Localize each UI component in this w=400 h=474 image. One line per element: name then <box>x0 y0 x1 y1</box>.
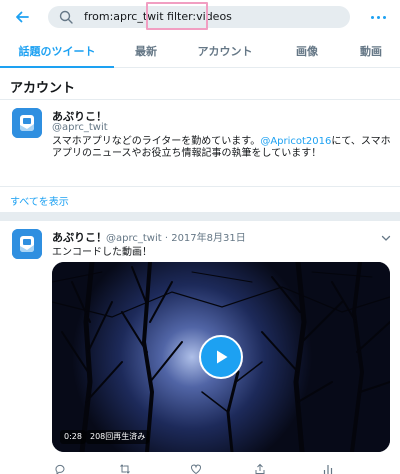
search-tabs: 話題のツイート 最新 アカウント 画像 動画 <box>0 34 400 68</box>
share-icon[interactable] <box>254 460 266 474</box>
tab-images[interactable]: 画像 <box>272 34 342 67</box>
video-duration: 0:28 <box>60 430 86 444</box>
search-icon <box>58 9 74 25</box>
tab-accounts[interactable]: アカウント <box>178 34 272 67</box>
tab-latest[interactable]: 最新 <box>114 34 178 67</box>
bio-text: スマホアプリなどのライターを勤めています。 <box>52 136 261 147</box>
tab-videos[interactable]: 動画 <box>342 34 400 67</box>
section-separator <box>0 212 400 221</box>
tweet-text: エンコードした動画！ <box>52 247 152 258</box>
video-views: 208回再生済み <box>86 430 150 444</box>
like-icon[interactable] <box>190 460 202 474</box>
divider <box>0 186 400 187</box>
more-icon[interactable] <box>368 10 388 24</box>
analytics-icon[interactable] <box>322 460 334 474</box>
divider <box>0 99 400 100</box>
video-player[interactable]: 0:28 208回再生済み <box>52 262 390 452</box>
search-header: from:aprc_twit filter:videos <box>0 0 400 34</box>
avatar[interactable] <box>12 229 42 259</box>
tweet-meta[interactable]: @aprc_twit · 2017年8月31日 <box>106 229 246 244</box>
account-handle[interactable]: @aprc_twit <box>52 122 108 133</box>
bio-mention-link[interactable]: @Apricot2016 <box>260 136 331 147</box>
section-title: アカウント <box>10 81 76 96</box>
reply-icon[interactable] <box>54 460 66 474</box>
account-bio: スマホアプリなどのライターを勤めています。@Apricot2016にて、スマホア… <box>52 136 392 160</box>
play-icon[interactable] <box>199 335 243 379</box>
back-arrow-icon[interactable] <box>12 7 32 27</box>
chevron-down-icon[interactable] <box>380 229 392 241</box>
avatar[interactable] <box>12 108 42 138</box>
highlight-annotation <box>146 2 208 30</box>
show-all-link[interactable]: すべてを表示 <box>10 193 69 208</box>
tweet-actions <box>52 460 352 474</box>
tab-top[interactable]: 話題のツイート <box>0 34 114 68</box>
retweet-icon[interactable] <box>119 460 131 474</box>
